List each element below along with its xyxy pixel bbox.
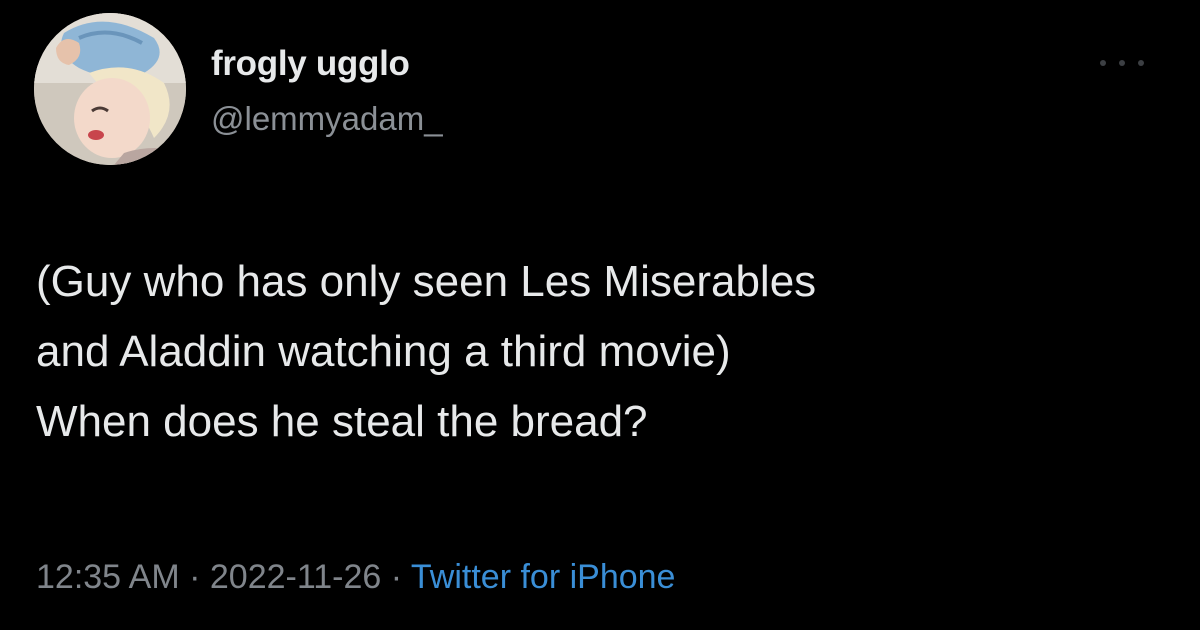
tweet-text-line: and Aladdin watching a third movie) — [36, 327, 731, 376]
meta-separator: · — [189, 558, 210, 596]
tweet-meta: 12:35 AM · 2022-11-26 · Twitter for iPho… — [36, 558, 675, 597]
avatar-image — [34, 13, 186, 165]
tweet-text-line: (Guy who has only seen Les Miserables — [36, 257, 817, 306]
meta-separator: · — [390, 558, 411, 596]
display-name[interactable]: frogly ugglo — [211, 44, 410, 84]
tweet-card: frogly ugglo @lemmyadam_ (Guy who has on… — [0, 0, 1200, 630]
more-dot — [1138, 60, 1144, 66]
tweet-date[interactable]: 2022-11-26 — [210, 558, 381, 596]
more-dot — [1100, 60, 1106, 66]
tweet-text: (Guy who has only seen Les Miserables an… — [36, 247, 1166, 457]
more-horizontal-icon[interactable] — [1100, 55, 1144, 71]
user-handle[interactable]: @lemmyadam_ — [211, 100, 443, 138]
avatar[interactable] — [34, 13, 186, 165]
tweet-text-line: When does he steal the bread? — [36, 397, 648, 446]
tweet-time[interactable]: 12:35 AM — [36, 558, 180, 596]
more-dot — [1119, 60, 1125, 66]
tweet-source-link[interactable]: Twitter for iPhone — [411, 558, 676, 596]
